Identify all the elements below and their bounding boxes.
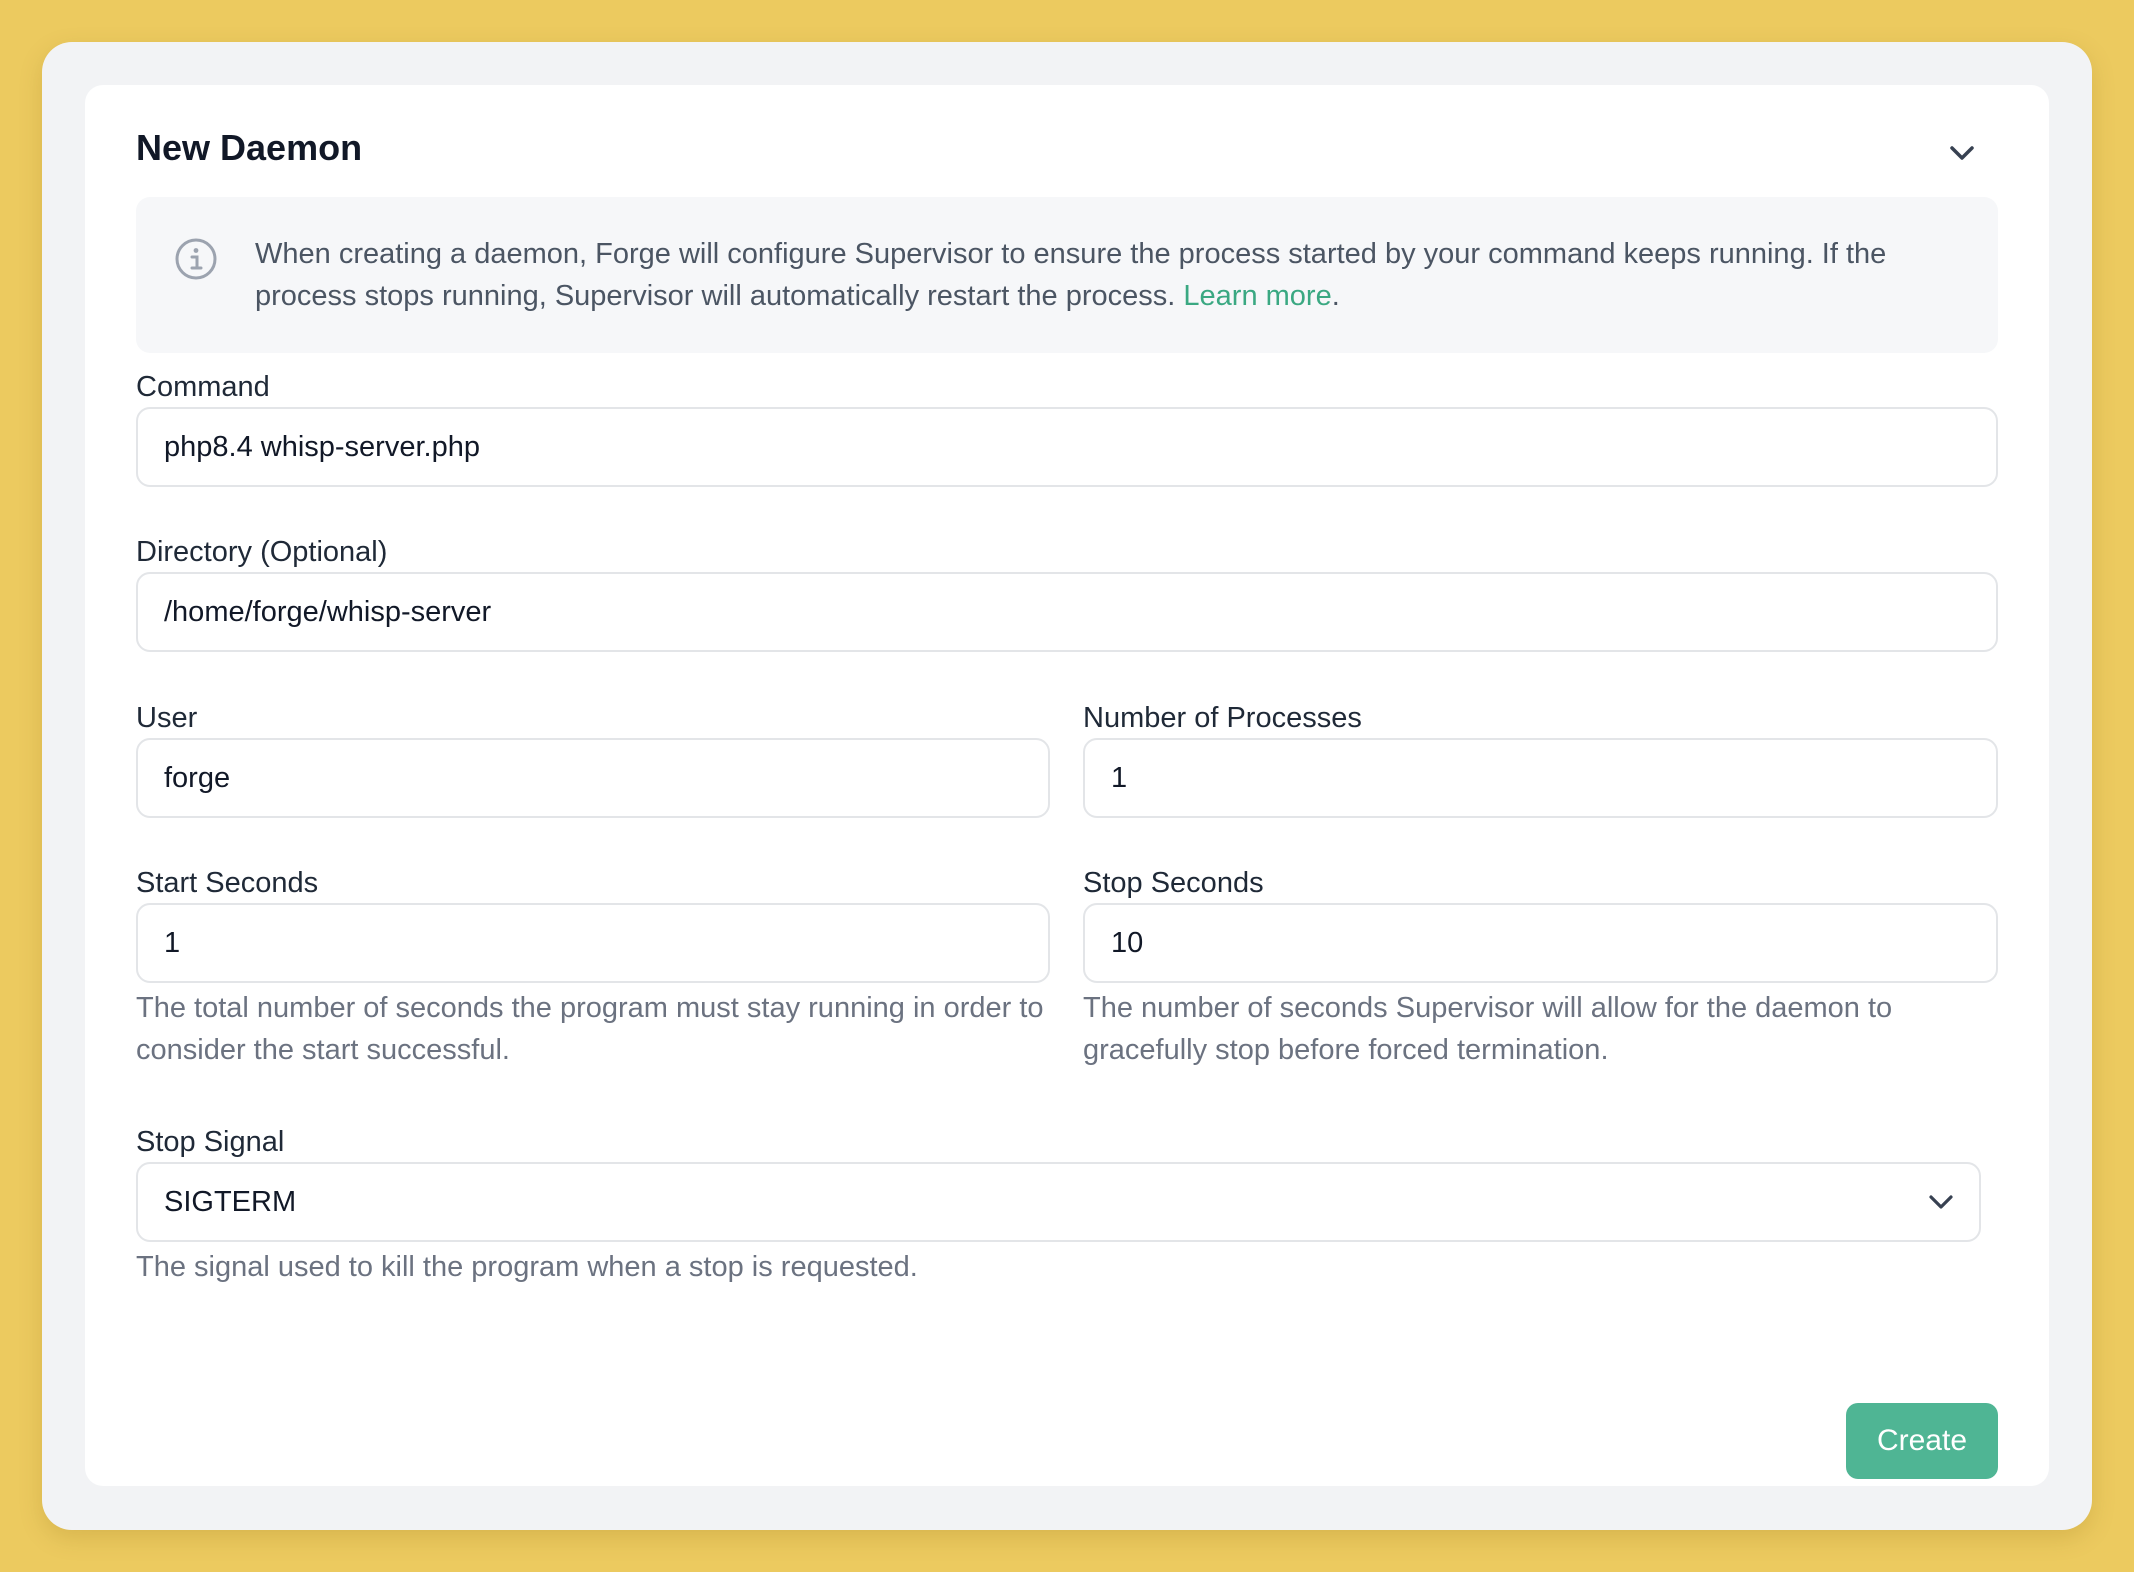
user-label: User <box>136 702 198 734</box>
create-button[interactable]: Create <box>1846 1403 1998 1479</box>
start-seconds-input[interactable] <box>136 903 1050 983</box>
info-circle-icon <box>175 238 217 280</box>
chevron-down-icon <box>1929 1195 1953 1209</box>
card-title: New Daemon <box>136 127 363 168</box>
notice-text: When creating a daemon, Forge will confi… <box>255 233 1975 317</box>
chevron-down-icon <box>1950 146 1974 160</box>
directory-label: Directory (Optional) <box>136 536 388 568</box>
stop-seconds-label: Stop Seconds <box>1083 867 1264 899</box>
stop-seconds-input[interactable] <box>1083 903 1998 983</box>
command-label: Command <box>136 371 270 403</box>
notice-suffix: . <box>1331 280 1340 312</box>
new-daemon-card: New Daemon When creating a daemon, Forge… <box>85 85 2049 1486</box>
stop-signal-select[interactable]: SIGTERM <box>136 1162 1981 1242</box>
stop-signal-label: Stop Signal <box>136 1126 285 1158</box>
start-seconds-label: Start Seconds <box>136 867 319 899</box>
collapse-button[interactable] <box>1942 133 1982 173</box>
processes-label: Number of Processes <box>1083 702 1362 734</box>
processes-input[interactable] <box>1083 738 1998 818</box>
stop-signal-value: SIGTERM <box>164 1185 297 1218</box>
info-notice: When creating a daemon, Forge will confi… <box>136 197 1998 353</box>
user-input[interactable] <box>136 738 1050 818</box>
stop-signal-help: The signal used to kill the program when… <box>136 1251 918 1283</box>
command-input[interactable] <box>136 407 1998 487</box>
stop-seconds-help: The number of seconds Supervisor will al… <box>1083 992 1893 1066</box>
learn-more-link[interactable]: Learn more <box>1183 280 1331 312</box>
start-seconds-help: The total number of seconds the program … <box>136 992 1044 1066</box>
notice-body: When creating a daemon, Forge will confi… <box>255 238 1887 312</box>
directory-input[interactable] <box>136 572 1998 652</box>
window-frame: New Daemon When creating a daemon, Forge… <box>42 42 2092 1530</box>
